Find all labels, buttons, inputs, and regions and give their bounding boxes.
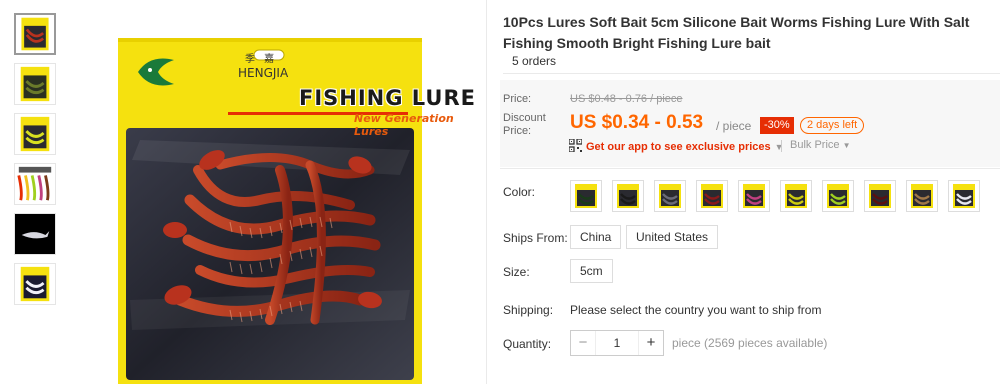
color-label: Color: bbox=[503, 185, 536, 199]
quantity-decrease-button[interactable]: − bbox=[571, 331, 595, 355]
thumbnail-6-image bbox=[15, 264, 55, 304]
color-swatch-3-image bbox=[659, 184, 681, 208]
color-swatch-2[interactable] bbox=[612, 180, 644, 212]
ships-from-united-states[interactable]: United States bbox=[626, 225, 719, 249]
caret-down-icon: ▼ bbox=[774, 142, 784, 152]
quantity-stepper: − + bbox=[570, 330, 664, 356]
app-promo-link[interactable]: Get our app to see exclusive prices ▼ bbox=[568, 138, 784, 155]
thumbnail-2-image bbox=[15, 64, 55, 104]
package-brand-chinese: 季 嘉 bbox=[245, 54, 278, 65]
package-title: FISHING LURE bbox=[299, 86, 476, 110]
color-swatch-3[interactable] bbox=[654, 180, 686, 212]
thumbnail-2[interactable] bbox=[14, 63, 56, 105]
thumbnail-strip bbox=[0, 0, 70, 384]
size-option-5cm[interactable]: 5cm bbox=[570, 259, 613, 283]
days-left-badge: 2 days left bbox=[800, 117, 865, 134]
color-swatch-8[interactable] bbox=[864, 180, 896, 212]
discount-percent-badge: -30% bbox=[760, 117, 794, 134]
thumbnail-4[interactable] bbox=[14, 163, 56, 205]
color-swatch-9[interactable] bbox=[906, 180, 938, 212]
quantity-label: Quantity: bbox=[503, 337, 552, 351]
thumbnail-5-image bbox=[15, 214, 55, 254]
shipping-label: Shipping: bbox=[503, 303, 554, 317]
discount-label-line2: Price: bbox=[503, 125, 532, 137]
color-swatch-6[interactable] bbox=[780, 180, 812, 212]
color-swatch-1-image bbox=[575, 184, 597, 208]
thumbnail-3-image bbox=[15, 114, 55, 154]
promo-separator bbox=[781, 140, 782, 152]
bulk-price-link[interactable]: Bulk Price ▼ bbox=[790, 139, 851, 151]
shipping-message: Please select the country you want to sh… bbox=[570, 303, 822, 317]
color-swatch-10[interactable] bbox=[948, 180, 980, 212]
thumbnail-5[interactable] bbox=[14, 213, 56, 255]
discount-price: US $0.34 - 0.53 bbox=[570, 112, 704, 133]
color-swatch-6-image bbox=[785, 184, 807, 208]
product-title: 10Pcs Lures Soft Bait 5cm Silicone Bait … bbox=[503, 14, 970, 51]
size-label: Size: bbox=[503, 265, 530, 279]
qr-code-icon bbox=[568, 138, 583, 155]
quantity-input[interactable] bbox=[595, 331, 639, 355]
main-product-image[interactable]: 季 嘉 HENGJIA FISHING LURE New Generation … bbox=[70, 0, 484, 384]
thumbnail-1[interactable] bbox=[14, 13, 56, 55]
color-swatch-10-image bbox=[953, 184, 975, 208]
ships-from-label: Ships From: bbox=[503, 231, 568, 245]
caret-down-icon: ▼ bbox=[842, 141, 851, 150]
color-swatch-4[interactable] bbox=[696, 180, 728, 212]
price-unit: / piece bbox=[716, 119, 752, 133]
color-swatch-2-image bbox=[617, 184, 639, 208]
color-swatch-4-image bbox=[701, 184, 723, 208]
order-count[interactable]: 5 orders bbox=[512, 54, 556, 68]
stock-availability: piece (2569 pieces available) bbox=[672, 336, 828, 350]
orders-row: 5 orders bbox=[503, 52, 1000, 74]
color-swatch-1[interactable] bbox=[570, 180, 602, 212]
thumbnail-1-image bbox=[16, 15, 54, 53]
app-promo-text: Get our app to see exclusive prices bbox=[586, 141, 771, 153]
discount-label-line1: Discount bbox=[503, 112, 546, 124]
quantity-increase-button[interactable]: + bbox=[639, 331, 663, 355]
thumbnail-6[interactable] bbox=[14, 263, 56, 305]
thumbnail-3[interactable] bbox=[14, 113, 56, 155]
column-divider bbox=[486, 0, 487, 384]
color-swatch-5-image bbox=[743, 184, 765, 208]
package-subtitle: New Generation Lures bbox=[354, 112, 454, 138]
color-swatch-5[interactable] bbox=[738, 180, 770, 212]
ships-from-china[interactable]: China bbox=[570, 225, 622, 249]
section-divider bbox=[500, 168, 1000, 169]
color-swatch-7[interactable] bbox=[822, 180, 854, 212]
thumbnail-4-image bbox=[15, 164, 55, 204]
color-swatch-8-image bbox=[869, 184, 891, 208]
original-price: US $0.48 - 0.76 / piece bbox=[570, 93, 683, 105]
color-swatch-7-image bbox=[827, 184, 849, 208]
discount-price-label: Discount Price: bbox=[503, 112, 546, 138]
package-brand-name: HENGJIA bbox=[238, 66, 289, 80]
color-swatch-9-image bbox=[911, 184, 933, 208]
bulk-price-text: Bulk Price bbox=[790, 139, 840, 151]
price-label: Price: bbox=[503, 93, 532, 105]
